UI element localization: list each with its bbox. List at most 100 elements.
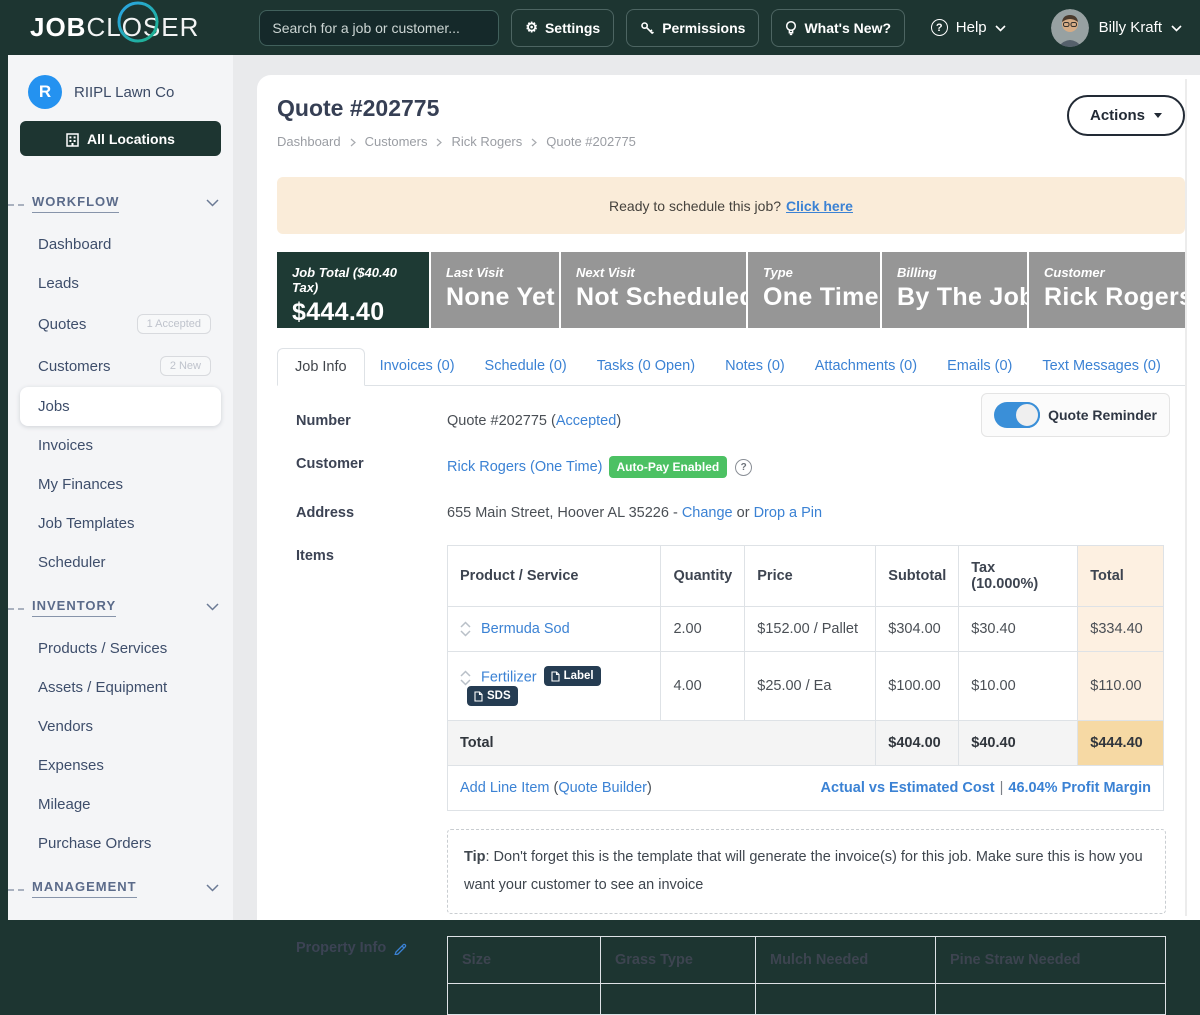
sidebar-item-expenses[interactable]: Expenses [20, 746, 221, 785]
user-menu[interactable]: Billy Kraft [1099, 19, 1182, 36]
tab-attachments[interactable]: Attachments (0) [800, 348, 932, 385]
main-content: Quote #202775 Dashboard Customers Rick R… [233, 55, 1200, 920]
section-management[interactable]: MANAGEMENT [8, 879, 219, 898]
breadcrumb-dashboard[interactable]: Dashboard [277, 134, 341, 149]
breadcrumb-rick-rogers[interactable]: Rick Rogers [451, 134, 522, 149]
property-table-row [448, 983, 1166, 1014]
stat-last-visit: Last Visit None Yet [431, 252, 559, 328]
avatar[interactable] [1051, 9, 1089, 47]
sidebar-item-dashboard[interactable]: Dashboard [20, 225, 221, 264]
item-fertilizer-link[interactable]: Fertilizer [481, 670, 537, 686]
quote-reminder-toggle[interactable] [994, 402, 1040, 428]
item-quantity: 2.00 [661, 607, 745, 652]
tab-job-info[interactable]: Job Info [277, 348, 365, 386]
item-quantity: 4.00 [661, 652, 745, 721]
sidebar-item-label: Mileage [38, 796, 91, 813]
pencil-icon[interactable] [393, 940, 408, 956]
tab-schedule[interactable]: Schedule (0) [470, 348, 582, 385]
app-logo: JOBCLOSER [30, 12, 199, 43]
search-input[interactable] [259, 10, 499, 46]
section-label: MANAGEMENT [32, 879, 137, 898]
quote-builder-link[interactable]: Quote Builder [558, 780, 647, 796]
chevron-down-icon [1171, 19, 1182, 36]
quote-reminder-toggle-card[interactable]: Quote Reminder [981, 393, 1170, 437]
sidebar-item-quotes[interactable]: Quotes1 Accepted [20, 303, 221, 345]
items-table-header: Product / Service Quantity Price Subtota… [448, 546, 1164, 607]
label-badge[interactable]: Label [544, 666, 601, 686]
section-label: WORKFLOW [32, 194, 119, 213]
scrollbar[interactable] [1185, 79, 1187, 916]
stat-value: Not Scheduled [576, 283, 731, 312]
number-value: Quote #202775 (Accepted) [447, 410, 621, 429]
tab-notes[interactable]: Notes (0) [710, 348, 800, 385]
drop-a-pin-link[interactable]: Drop a Pin [754, 505, 823, 521]
sidebar-item-label: Invoices [38, 437, 93, 454]
tab-invoices[interactable]: Invoices (0) [365, 348, 470, 385]
sidebar-item-purchase-orders[interactable]: Purchase Orders [20, 824, 221, 863]
section-workflow[interactable]: WORKFLOW [8, 194, 219, 213]
sidebar-item-mileage[interactable]: Mileage [20, 785, 221, 824]
actions-button[interactable]: Actions [1067, 95, 1185, 136]
tab-emails[interactable]: Emails (0) [932, 348, 1027, 385]
section-dashes [8, 204, 24, 206]
schedule-banner: Ready to schedule this job? Click here [277, 177, 1185, 234]
banner-click-here-link[interactable]: Click here [786, 198, 853, 214]
address-or: or [733, 505, 754, 521]
sidebar-item-job-templates[interactable]: Job Templates [20, 504, 221, 543]
col-subtotal: Subtotal [876, 546, 959, 607]
stat-label: Type [763, 265, 865, 280]
sidebar-item-label: Quotes [38, 316, 86, 333]
sidebar-item-leads[interactable]: Leads [20, 264, 221, 303]
add-line-item-link[interactable]: Add Line Item [460, 780, 549, 796]
col-mulch-needed: Mulch Needed [756, 936, 936, 983]
sidebar-item-jobs[interactable]: Jobs [20, 387, 221, 426]
customer-link[interactable]: Rick Rogers (One Time) [447, 459, 603, 475]
sidebar-item-scheduler[interactable]: Scheduler [20, 543, 221, 582]
actual-vs-estimated-link[interactable]: Actual vs Estimated Cost [821, 780, 995, 796]
all-locations-button[interactable]: All Locations [20, 121, 221, 156]
item-subtotal: $100.00 [876, 652, 959, 721]
permissions-button[interactable]: Permissions [626, 9, 759, 47]
chevron-right-icon [350, 134, 356, 149]
tab-tasks[interactable]: Tasks (0 Open) [582, 348, 710, 385]
sds-badge[interactable]: SDS [467, 686, 518, 706]
quote-card: Quote #202775 Dashboard Customers Rick R… [257, 75, 1200, 920]
chevron-down-icon [995, 19, 1006, 36]
actions-label: Actions [1090, 107, 1145, 124]
col-quantity: Quantity [661, 546, 745, 607]
help-icon: ? [931, 19, 948, 36]
accepted-link[interactable]: Accepted [556, 413, 616, 429]
total-row-label: Total [448, 721, 876, 766]
tip-text: : Don't forget this is the template that… [464, 849, 1143, 893]
whats-new-button[interactable]: What's New? [771, 9, 905, 47]
sidebar-item-label: My Finances [38, 476, 123, 493]
sidebar-item-invoices[interactable]: Invoices [20, 426, 221, 465]
item-subtotal: $304.00 [876, 607, 959, 652]
cost-links-group: Actual vs Estimated Cost|46.04% Profit M… [821, 780, 1151, 796]
item-price: $25.00 / Ea [745, 652, 876, 721]
sds-badge-text: SDS [487, 690, 511, 702]
customer-value: Rick Rogers (One Time)Auto-Pay Enabled? [447, 453, 752, 478]
reorder-handle[interactable] [460, 670, 471, 686]
sidebar-item-products-services[interactable]: Products / Services [20, 629, 221, 668]
property-info-table: Size Grass Type Mulch Needed Pine Straw … [447, 936, 1166, 1015]
change-address-link[interactable]: Change [682, 505, 733, 521]
sidebar-item-assets-equipment[interactable]: Assets / Equipment [20, 668, 221, 707]
item-total: $334.40 [1078, 607, 1164, 652]
section-inventory[interactable]: INVENTORY [8, 598, 219, 617]
sidebar-item-customers[interactable]: Customers2 New [20, 345, 221, 387]
reorder-handle[interactable] [460, 621, 471, 637]
help-menu[interactable]: ? Help [931, 19, 1006, 36]
sidebar-item-label: Customers [38, 358, 111, 375]
sidebar-item-my-finances[interactable]: My Finances [20, 465, 221, 504]
page-title: Quote #202775 [277, 95, 636, 122]
item-bermuda-sod-link[interactable]: Bermuda Sod [481, 621, 570, 637]
tab-text-messages[interactable]: Text Messages (0) [1027, 348, 1175, 385]
profit-margin-link[interactable]: 46.04% Profit Margin [1008, 780, 1151, 796]
logo-bold: JOB [30, 12, 86, 42]
settings-button[interactable]: ⚙ Settings [511, 9, 614, 47]
breadcrumb-customers[interactable]: Customers [365, 134, 428, 149]
question-circle-icon[interactable]: ? [735, 459, 752, 476]
sidebar-item-vendors[interactable]: Vendors [20, 707, 221, 746]
stat-value: By The Job [897, 283, 1012, 312]
